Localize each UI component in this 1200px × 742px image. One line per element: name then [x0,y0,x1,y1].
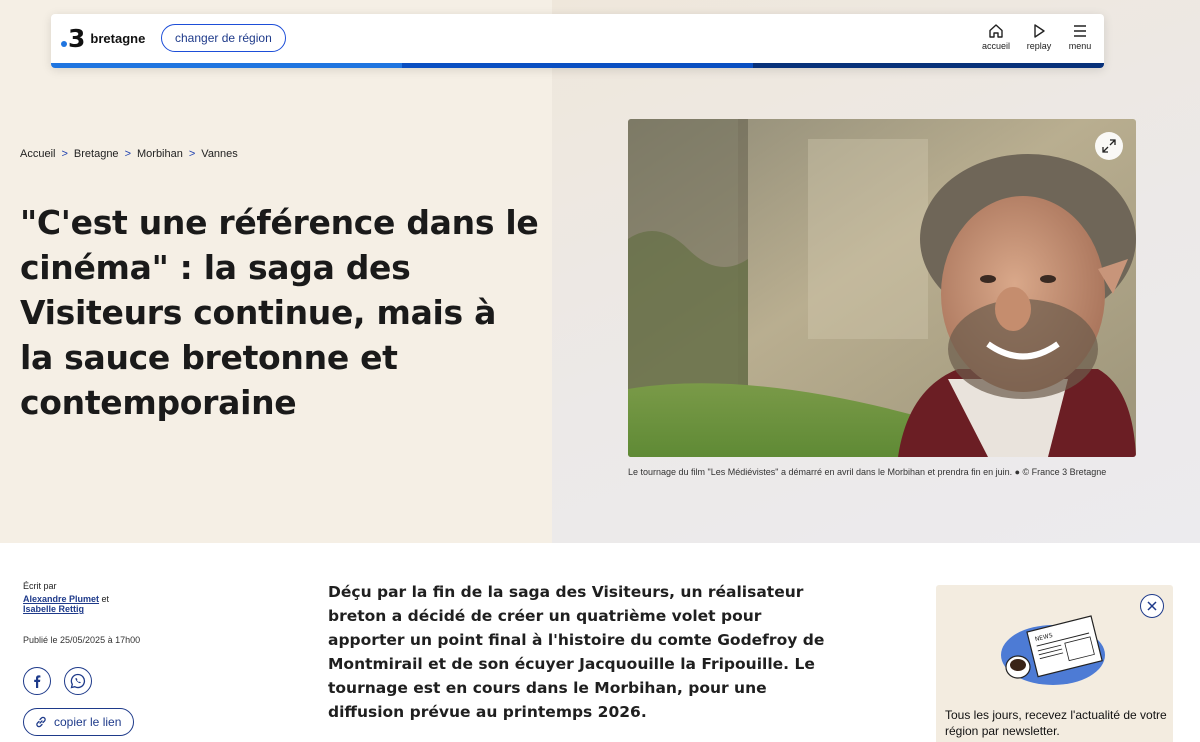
byline-label: Écrit par [23,581,57,591]
stripe-segment [402,63,753,68]
nav-replay-label: replay [1026,41,1052,51]
breadcrumb-separator: > [124,148,131,160]
byline: Écrit par Alexandre Plumet et Isabelle R… [23,581,109,614]
logo-region-name: bretagne [90,31,146,46]
whatsapp-icon [70,673,86,689]
change-region-button[interactable]: changer de région [161,24,286,52]
hamburger-menu-icon [1074,25,1086,37]
author-link[interactable]: Alexandre Plumet [23,594,99,604]
article-lead: Déçu par la fin de la saga des Visiteurs… [328,583,825,721]
copy-link-button[interactable]: copier le lien [23,708,135,736]
newsletter-close-button[interactable] [1140,594,1164,618]
photo-illustration [628,119,1136,457]
nav-menu-label: menu [1068,41,1092,51]
author-joiner: et [101,594,110,604]
close-icon [1147,601,1157,611]
newsletter-text: Tous les jours, recevez l'actualité de v… [945,708,1167,738]
breadcrumb-accueil[interactable]: Accueil [20,148,55,160]
breadcrumb: Accueil > Bretagne > Morbihan > Vannes [20,148,238,160]
facebook-icon [34,675,41,688]
published-date: Publié le 25/05/2025 à 17h00 [23,635,141,645]
author-link[interactable]: Isabelle Rettig [23,604,84,614]
stripe-segment [51,63,402,68]
share-whatsapp-button[interactable] [64,667,92,695]
top-navigation-bar: 3 bretagne changer de région accueil rep… [51,14,1104,68]
nav-home-label: accueil [981,41,1010,51]
nav-menu[interactable]: menu [1060,23,1100,51]
nav-replay[interactable]: replay [1019,23,1059,51]
play-icon [1034,24,1045,38]
logo-dot [61,40,67,47]
home-icon [989,24,1003,38]
breadcrumb-separator: > [188,148,196,160]
share-facebook-button[interactable] [23,667,51,695]
newspaper-coffee-icon: NEWS [1001,615,1105,685]
nav-home[interactable]: accueil [976,23,1016,51]
newsletter-illustration: NEWS [998,607,1108,696]
stripe-segment [753,63,1104,68]
link-icon [36,716,46,728]
expand-image-button[interactable] [1095,132,1123,160]
breadcrumb-morbihan[interactable]: Morbihan [137,148,183,160]
france3-bretagne-logo[interactable]: 3 bretagne [61,26,145,51]
breadcrumb-separator: > [61,148,68,160]
copy-link-label: copier le lien [54,715,122,729]
breadcrumb-bretagne[interactable]: Bretagne [74,148,119,160]
newsletter-card[interactable]: NEWS Tous les jours, recevez l'actualité… [936,585,1173,742]
logo-number: 3 [68,24,86,53]
image-caption: Le tournage du film "Les Médiévistes" a … [628,467,1107,477]
breadcrumb-vannes[interactable]: Vannes [201,148,238,160]
article-title: "C'est une référence dans le cinéma" : l… [20,203,539,422]
expand-icon [1102,139,1116,153]
article-hero-image[interactable] [628,119,1136,457]
header-color-stripe [51,63,1104,68]
